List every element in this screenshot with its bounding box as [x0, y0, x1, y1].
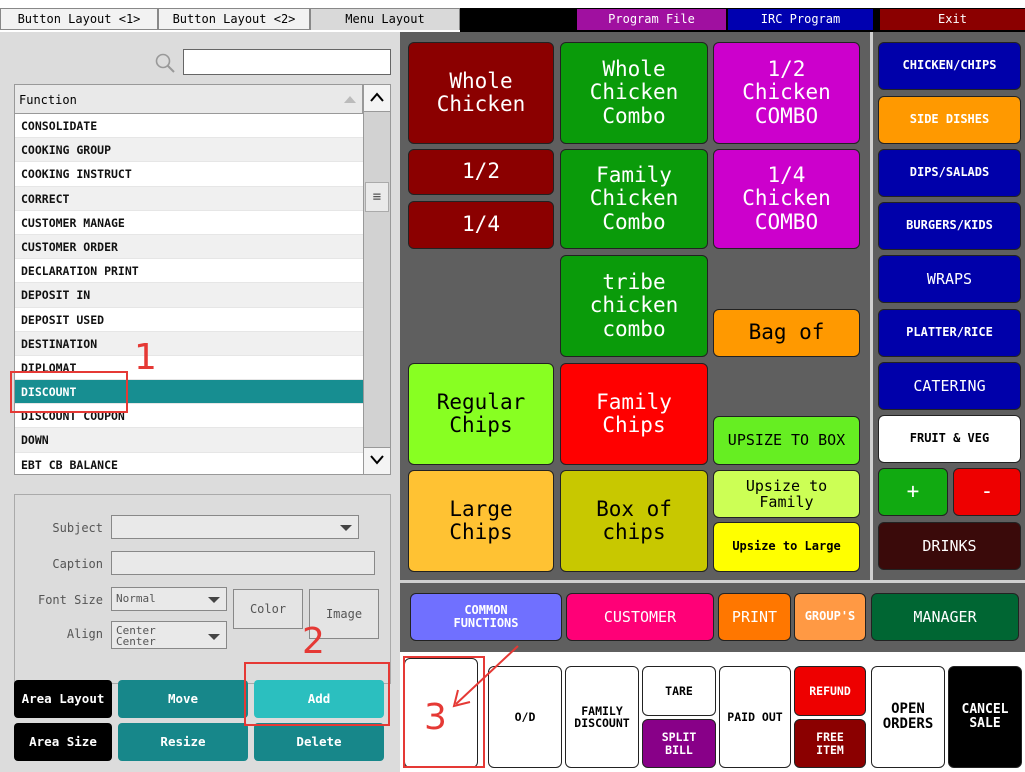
- customer-button[interactable]: CUSTOMER: [566, 593, 714, 641]
- function-list-header[interactable]: Function: [14, 84, 363, 114]
- list-item[interactable]: DESTINATION: [15, 331, 363, 356]
- properties-panel: Subject Caption Font Size Normal Align C…: [14, 494, 391, 684]
- caret-down-icon: [208, 634, 220, 640]
- resize-button[interactable]: Resize: [118, 723, 248, 761]
- category-side-dishes[interactable]: SIDE DISHES: [878, 96, 1021, 144]
- scroll-down-button[interactable]: [363, 447, 391, 475]
- open-orders-key[interactable]: OPEN ORDERS: [871, 666, 945, 768]
- category-platter-rice[interactable]: PLATTER/RICE: [878, 309, 1021, 357]
- whole-chicken-combo-key[interactable]: Whole Chicken Combo: [560, 42, 708, 144]
- font-size-label: Font Size: [37, 593, 103, 607]
- function-list: CONSOLIDATE COOKING GROUP COOKING INSTRU…: [14, 114, 363, 475]
- family-chips-key[interactable]: Family Chips: [560, 363, 708, 465]
- quarter-chicken-combo-key[interactable]: 1/4 Chicken COMBO: [713, 149, 860, 249]
- upsize-to-large-key[interactable]: Upsize to Large: [713, 522, 860, 572]
- refund-key[interactable]: REFUND: [794, 666, 866, 716]
- font-size-select[interactable]: Normal: [111, 587, 227, 611]
- list-item[interactable]: DOWN: [15, 428, 363, 453]
- half-chicken-combo-key[interactable]: 1/2 Chicken COMBO: [713, 42, 860, 144]
- annotation-box-1: [10, 371, 128, 413]
- move-button[interactable]: Move: [118, 680, 248, 718]
- print-button[interactable]: PRINT: [718, 593, 791, 641]
- list-item[interactable]: COOKING INSTRUCT: [15, 162, 363, 187]
- plus-button[interactable]: +: [878, 468, 948, 516]
- list-item[interactable]: EBT CB BALANCE: [15, 452, 363, 474]
- category-drinks[interactable]: DRINKS: [878, 522, 1021, 570]
- list-item[interactable]: DECLARATION PRINT: [15, 259, 363, 284]
- caret-down-icon: [208, 597, 220, 603]
- scroll-thumb[interactable]: ≡: [365, 182, 389, 212]
- large-chips-key[interactable]: Large Chips: [408, 470, 554, 572]
- family-chicken-combo-key[interactable]: Family Chicken Combo: [560, 149, 708, 249]
- color-button[interactable]: Color: [233, 589, 303, 629]
- subject-label: Subject: [52, 521, 103, 535]
- list-item[interactable]: CORRECT: [15, 186, 363, 211]
- box-of-chips-key[interactable]: Box of chips: [560, 470, 708, 572]
- annotation-number-1: 1: [134, 337, 157, 378]
- caption-field[interactable]: [111, 551, 375, 575]
- menu-grid: Whole Chicken Whole Chicken Combo 1/2 Ch…: [400, 32, 870, 580]
- program-file-button[interactable]: Program File: [577, 9, 726, 30]
- exit-button[interactable]: Exit: [880, 9, 1025, 30]
- annotation-box-2: [244, 662, 390, 726]
- category-chicken-chips[interactable]: CHICKEN/CHIPS: [878, 42, 1021, 90]
- manager-button[interactable]: MANAGER: [871, 593, 1019, 641]
- chevron-down-icon: [370, 455, 384, 465]
- quarter-key[interactable]: 1/4: [408, 201, 554, 249]
- chevron-up-icon: [370, 92, 384, 102]
- category-fruit-veg[interactable]: FRUIT & VEG: [878, 415, 1021, 463]
- align-select[interactable]: Center Center: [111, 621, 227, 649]
- annotation-number-2: 2: [302, 621, 325, 662]
- area-layout-button[interactable]: Area Layout: [14, 680, 112, 718]
- half-key[interactable]: 1/2: [408, 149, 554, 195]
- list-item[interactable]: CUSTOMER MANAGE: [15, 210, 363, 235]
- category-wraps[interactable]: WRAPS: [878, 255, 1021, 303]
- list-item[interactable]: DEPOSIT USED: [15, 307, 363, 332]
- upsize-to-box-key[interactable]: UPSIZE TO BOX: [713, 416, 860, 465]
- list-item[interactable]: COOKING GROUP: [15, 138, 363, 163]
- sort-indicator-icon: [344, 96, 356, 103]
- regular-chips-key[interactable]: Regular Chips: [408, 363, 554, 465]
- family-discount-key[interactable]: FAMILY DISCOUNT: [565, 666, 639, 768]
- subject-select[interactable]: [111, 515, 359, 539]
- scroll-up-button[interactable]: [363, 84, 391, 112]
- paid-out-key[interactable]: PAID OUT: [719, 666, 791, 768]
- category-burgers-kids[interactable]: BURGERS/KIDS: [878, 202, 1021, 250]
- split-bill-key[interactable]: SPLIT BILL: [642, 719, 716, 768]
- search-icon: [155, 53, 175, 73]
- tab-button-layout-1[interactable]: Button Layout <1>: [0, 8, 158, 30]
- area-size-button[interactable]: Area Size: [14, 723, 112, 761]
- function-column-label: Function: [19, 93, 77, 107]
- irc-program-button[interactable]: IRC Program: [728, 9, 873, 30]
- annotation-arrow-icon: [452, 645, 519, 708]
- free-item-key[interactable]: FREE ITEM: [794, 719, 866, 768]
- list-scrollbar[interactable]: [363, 84, 391, 475]
- top-bar: Button Layout <1> Button Layout <2> Menu…: [0, 0, 1025, 32]
- tab-button-layout-2[interactable]: Button Layout <2>: [158, 8, 310, 30]
- search-input[interactable]: [183, 49, 391, 75]
- align-label: Align: [66, 627, 103, 641]
- category-panel: CHICKEN/CHIPS SIDE DISHES DIPS/SALADS BU…: [870, 32, 1025, 580]
- list-item[interactable]: CUSTOMER ORDER: [15, 234, 363, 260]
- upsize-to-family-key[interactable]: Upsize to Family: [713, 470, 860, 518]
- category-dips-salads[interactable]: DIPS/SALADS: [878, 149, 1021, 197]
- common-functions-button[interactable]: COMMON FUNCTIONS: [410, 593, 562, 641]
- groups-button[interactable]: GROUP'S: [794, 593, 866, 641]
- cancel-sale-key[interactable]: CANCEL SALE: [948, 666, 1022, 768]
- caret-down-icon: [340, 525, 352, 531]
- list-item[interactable]: CONSOLIDATE: [15, 114, 363, 139]
- list-item[interactable]: DEPOSIT IN: [15, 283, 363, 308]
- bag-of-key[interactable]: Bag of: [713, 309, 860, 357]
- delete-button[interactable]: Delete: [254, 723, 384, 761]
- tab-menu-layout[interactable]: Menu Layout: [310, 8, 460, 30]
- tare-key[interactable]: TARE: [642, 666, 716, 716]
- caption-label: Caption: [52, 557, 103, 571]
- font-size-value: Normal: [116, 592, 156, 605]
- whole-chicken-key[interactable]: Whole Chicken: [408, 42, 554, 144]
- category-catering[interactable]: CATERING: [878, 362, 1021, 410]
- minus-button[interactable]: -: [953, 468, 1021, 516]
- tribe-chicken-combo-key[interactable]: tribe chicken combo: [560, 255, 708, 357]
